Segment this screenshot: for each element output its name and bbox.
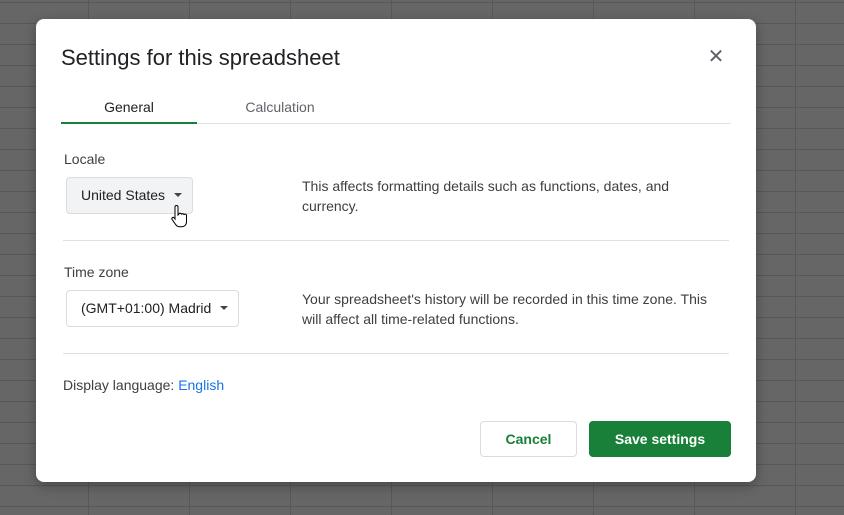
tab-bar: General Calculation <box>61 95 731 124</box>
timezone-label: Time zone <box>64 264 129 280</box>
display-language-label: Display language: <box>63 377 175 393</box>
dialog-title: Settings for this spreadsheet <box>61 45 340 70</box>
save-settings-button[interactable]: Save settings <box>589 421 731 457</box>
timezone-select[interactable]: (GMT+01:00) Madrid <box>66 290 240 327</box>
cancel-button[interactable]: Cancel <box>480 421 577 457</box>
close-icon[interactable]: ✕ <box>704 45 728 69</box>
locale-value: United States <box>81 187 166 203</box>
dropdown-arrow-icon <box>174 193 183 198</box>
locale-description: This affects formatting details such as … <box>302 178 670 214</box>
timezone-value: (GMT+01:00) Madrid <box>81 300 212 316</box>
tab-general[interactable]: General <box>61 99 197 124</box>
locale-label: Locale <box>64 151 106 167</box>
settings-dialog: Settings for this spreadsheet ✕ General … <box>36 19 756 482</box>
display-language: Display language: English <box>63 377 224 393</box>
divider <box>63 240 729 241</box>
hand-cursor-icon <box>171 205 188 228</box>
display-language-link[interactable]: English <box>178 377 224 393</box>
tab-calculation[interactable]: Calculation <box>212 99 348 123</box>
dropdown-arrow-icon <box>220 306 229 311</box>
divider <box>63 353 729 354</box>
timezone-description: Your spreadsheet's history will be recor… <box>302 291 707 327</box>
